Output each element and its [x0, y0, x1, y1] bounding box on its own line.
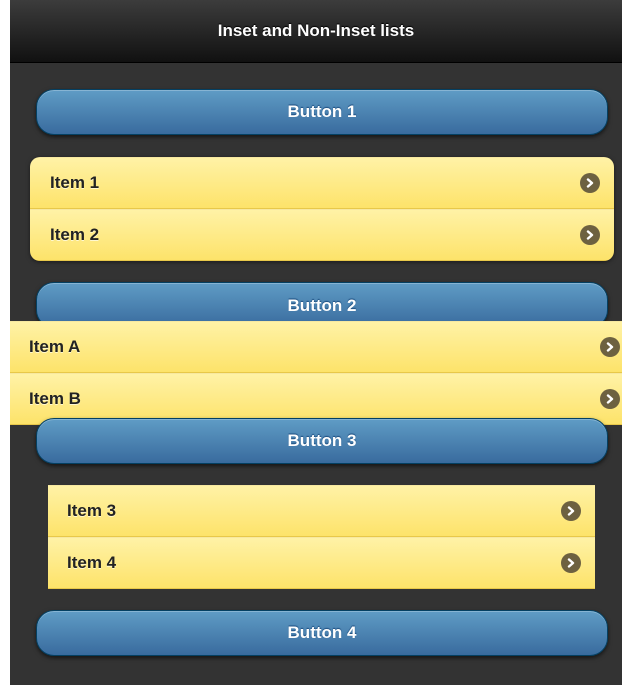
chevron-right-circle-icon: [561, 501, 581, 521]
chevron-right-circle-icon: [580, 225, 600, 245]
app-page: Inset and Non-Inset lists Button 1 Item …: [10, 0, 622, 685]
non-inset-list: Item A Item B: [10, 321, 622, 425]
header-bar: Inset and Non-Inset lists: [10, 0, 622, 63]
list-item-label: Item 4: [67, 553, 117, 572]
button-3[interactable]: Button 3: [36, 418, 608, 464]
list-item-label: Item A: [29, 337, 81, 356]
list-item-a[interactable]: Item A: [10, 321, 622, 373]
list-item-2[interactable]: Item 2: [30, 209, 614, 261]
list-item-4[interactable]: Item 4: [48, 537, 595, 589]
list-item-label: Item B: [29, 389, 81, 408]
button-1[interactable]: Button 1: [36, 89, 608, 135]
inset-list-rounded: Item 1 Item 2: [30, 157, 614, 261]
button-4[interactable]: Button 4: [36, 610, 608, 656]
list-item-1[interactable]: Item 1: [30, 157, 614, 209]
list-item-label: Item 3: [67, 501, 117, 520]
list-item-label: Item 2: [50, 225, 100, 244]
chevron-right-circle-icon: [580, 173, 600, 193]
button-2-label: Button 2: [287, 296, 357, 315]
chevron-right-circle-icon: [600, 389, 620, 409]
inset-list-square: Item 3 Item 4: [48, 485, 595, 589]
list-item-label: Item 1: [50, 173, 100, 192]
page-title: Inset and Non-Inset lists: [217, 21, 415, 40]
list-item-3[interactable]: Item 3: [48, 485, 595, 537]
chevron-right-circle-icon: [600, 337, 620, 357]
chevron-right-circle-icon: [561, 553, 581, 573]
